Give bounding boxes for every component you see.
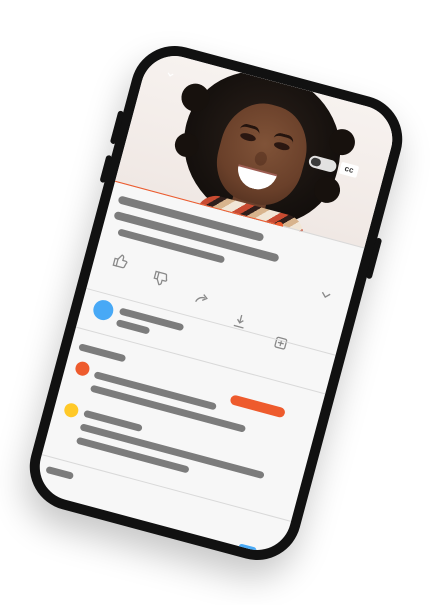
smile (233, 164, 278, 194)
chevron-down-icon[interactable] (316, 285, 336, 305)
thumbs-up-icon[interactable] (111, 251, 131, 271)
subscribe-button[interactable] (229, 394, 287, 419)
comment-avatar-orange[interactable] (73, 360, 92, 378)
video-player[interactable]: ⌄ cc (114, 48, 400, 249)
comment-avatar-yellow[interactable] (62, 401, 80, 419)
phone-mockup: ⌄ cc (19, 36, 413, 570)
cc-icon[interactable]: cc (338, 161, 360, 179)
phone-screen: ⌄ cc (32, 48, 400, 558)
comments-header-line (78, 343, 127, 363)
channel-avatar[interactable] (91, 297, 116, 323)
thumbs-down-icon[interactable] (151, 269, 171, 289)
chevron-down-icon[interactable]: ⌄ (164, 62, 179, 80)
screenshot-stage: ⌄ cc (0, 0, 432, 605)
footer-line (45, 465, 75, 480)
nose (253, 150, 269, 168)
toggle-knob (310, 156, 322, 168)
share-icon[interactable] (190, 290, 210, 310)
